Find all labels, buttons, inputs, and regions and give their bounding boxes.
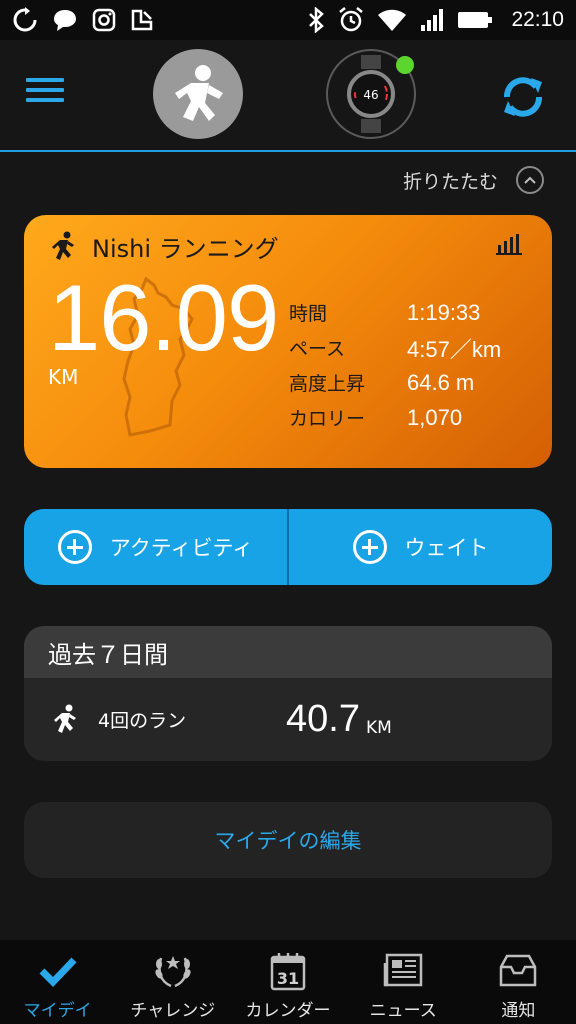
status-time: 22:10: [511, 8, 564, 31]
stat-label: 時間: [289, 303, 328, 325]
nav-notifications[interactable]: 通知: [461, 940, 576, 1024]
nav-calendar[interactable]: 31 カレンダー: [230, 940, 345, 1024]
battery-icon: [458, 12, 493, 28]
app-header: 46: [0, 40, 576, 152]
avatar[interactable]: [153, 49, 243, 139]
bar-chart-icon[interactable]: [496, 233, 522, 255]
past-week-card: 過去７日間 4回のラン 40.7 KM: [24, 626, 552, 761]
stat-value: 1,070: [407, 404, 463, 430]
status-bar: 22:10: [0, 0, 576, 40]
stat-value: 64.6 m: [407, 369, 475, 395]
plus-circle-icon: [352, 530, 387, 564]
nav-label: カレンダー: [245, 1001, 331, 1021]
runner-icon: [52, 231, 74, 260]
stat-label: ペース: [289, 338, 346, 360]
sync-status-icon: [13, 7, 37, 32]
card-title-row: Nishi ランニング: [48, 229, 279, 264]
calendar-icon: 31: [270, 950, 306, 992]
plus-circle-icon: [57, 530, 92, 564]
activity-distance: 16.09: [48, 265, 279, 370]
svg-text:46: 46: [363, 88, 378, 102]
signal-icon: [421, 9, 444, 31]
runner-icon: [54, 704, 76, 733]
stat-label: 高度上昇: [289, 373, 366, 395]
nav-label: 通知: [501, 1001, 536, 1021]
nav-challenges[interactable]: チャレンジ: [115, 940, 230, 1024]
bottom-nav: マイデイ チャレンジ 31 カレンダー ニュース 通知: [0, 940, 576, 1024]
past-week-distance: 40.7: [286, 698, 360, 740]
edit-my-day-label: マイデイの編集: [214, 829, 362, 853]
nav-label: マイデイ: [23, 1001, 92, 1021]
distance-unit: KM: [48, 365, 79, 389]
hamburger-menu-icon[interactable]: [26, 78, 64, 110]
add-activity-button[interactable]: アクティビティ: [24, 509, 287, 585]
past-week-title: 過去７日間: [24, 626, 552, 678]
collapse-label: 折りたたむ: [402, 170, 498, 193]
connection-status-dot: [396, 56, 414, 74]
bluetooth-icon: [309, 7, 325, 33]
collapse-toggle[interactable]: 折りたたむ: [403, 166, 544, 194]
past-week-runs-row[interactable]: 4回のラン 40.7 KM: [24, 678, 552, 761]
activity-title: Nishi ランニング: [92, 235, 279, 263]
chevron-up-icon: [516, 166, 544, 194]
add-buttons-bar: アクティビティ ウェイト: [24, 509, 552, 585]
sync-icon[interactable]: [498, 72, 548, 122]
chat-bubble-icon: [54, 10, 76, 31]
past-week-distance-unit: KM: [366, 718, 392, 738]
nav-label: チャレンジ: [130, 1001, 216, 1021]
newspaper-icon: [383, 950, 423, 992]
inbox-icon: [498, 950, 538, 992]
wifi-icon: [378, 9, 407, 31]
stat-row-pace: ペース 4:57／km: [289, 330, 501, 365]
stat-label: カロリー: [289, 408, 366, 430]
nav-my-day[interactable]: マイデイ: [0, 940, 115, 1024]
runner-avatar-icon: [175, 65, 223, 121]
stat-row-time: 時間 1:19:33: [289, 295, 501, 330]
add-weight-label: ウェイト: [404, 536, 489, 560]
alarm-icon: [339, 7, 364, 32]
activity-card[interactable]: Nishi ランニング 16.09 KM 時間 1:19:33 ペース 4:57…: [24, 215, 552, 468]
stat-row-elevation: 高度上昇 64.6 m: [289, 365, 501, 400]
nav-news[interactable]: ニュース: [346, 940, 461, 1024]
feedly-icon: [131, 9, 153, 31]
stat-value: 4:57／km: [407, 336, 502, 362]
activity-stats: 時間 1:19:33 ペース 4:57／km 高度上昇 64.6 m カロリー …: [289, 295, 501, 435]
laurel-icon: [151, 950, 195, 992]
past-week-runs-label: 4回のラン: [98, 710, 187, 732]
nav-label: ニュース: [369, 1001, 437, 1021]
edit-my-day-button[interactable]: マイデイの編集: [24, 802, 552, 878]
add-weight-button[interactable]: ウェイト: [287, 509, 552, 585]
stat-row-calories: カロリー 1,070: [289, 400, 501, 435]
svg-text:31: 31: [277, 969, 299, 988]
instagram-icon: [92, 8, 116, 32]
add-activity-label: アクティビティ: [109, 536, 254, 560]
stat-value: 1:19:33: [407, 299, 481, 325]
checkmark-icon: [38, 950, 78, 992]
